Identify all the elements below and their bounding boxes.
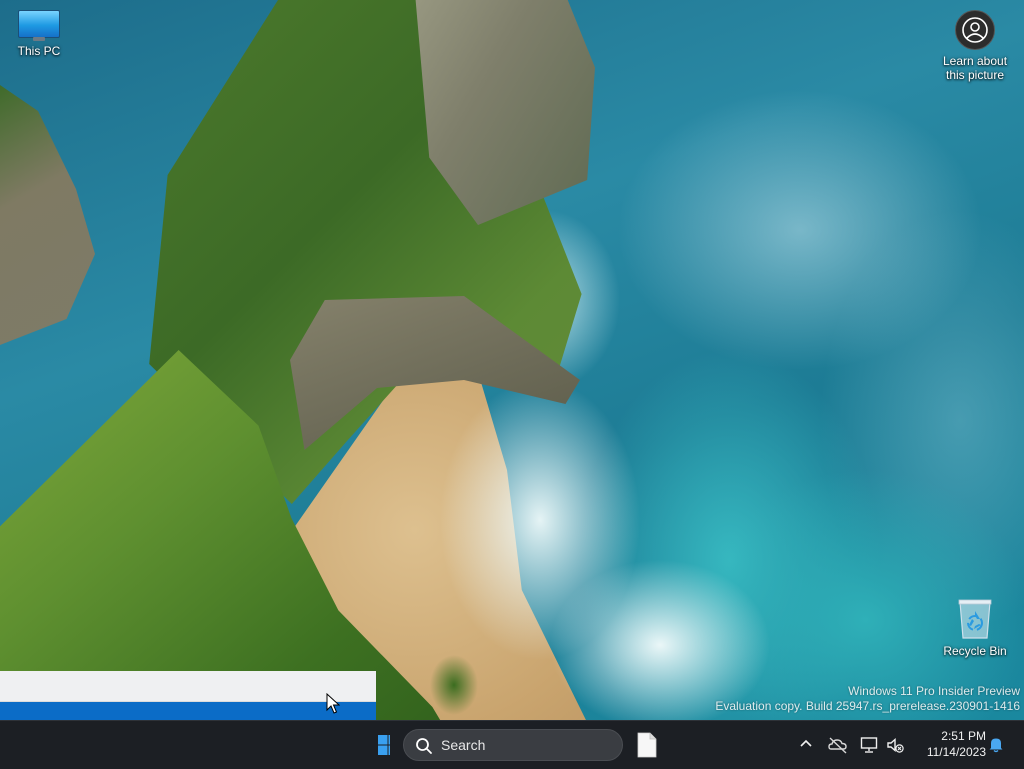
tray-overflow-button[interactable] [797,735,815,753]
search-label: Search [441,737,486,753]
volume-muted-icon [887,737,904,753]
recycle-bin-icon [957,598,993,640]
watermark-edition: Windows 11 Pro Insider Preview [848,684,1020,698]
notification-bell-icon [989,738,1003,753]
learn-about-picture-icon [955,10,995,50]
taskbar-search-box[interactable]: Search [403,729,623,761]
taskbar-app-notepad[interactable] [636,732,658,758]
chevron-up-icon [800,739,812,747]
this-pc-icon [18,10,60,41]
tray-onedrive[interactable] [827,734,849,756]
clock-time: 2:51 PM [941,729,986,743]
network-icon [860,737,878,753]
desktop-icon-learn-about-picture[interactable]: Learn about this picture [935,10,1015,82]
desktop-icon-label: Learn about this picture [942,54,1008,82]
watermark-build: Evaluation copy. Build 25947.rs_prerelea… [715,699,1020,713]
tray-volume[interactable] [886,736,904,754]
notification-center-button[interactable] [987,735,1005,753]
desktop-icon-recycle-bin[interactable]: Recycle Bin [935,598,1015,658]
start-button[interactable] [376,734,390,756]
desktop-icon-this-pc[interactable]: This PC [0,10,79,58]
window-titlebar[interactable] [0,671,376,702]
wallpaper-bush [430,655,478,715]
taskbar-clock[interactable]: 2:51 PM 11/14/2023 [912,728,986,760]
build-watermark: Windows 11 Pro Insider Preview Evaluatio… [715,684,1020,714]
desktop-icon-label: Recycle Bin [943,644,1007,658]
mouse-cursor-icon [326,693,340,714]
tray-network[interactable] [860,736,878,754]
windows-logo-icon [378,735,390,755]
desktop-icon-label: This PC [17,44,61,58]
taskbar: Search 2:51 PM 11/14/2023 [0,720,1024,769]
notepad-icon [637,732,657,758]
desktop-wallpaper [0,0,1024,768]
search-icon [415,737,433,760]
onedrive-offline-icon [828,737,847,754]
clock-date: 11/14/2023 [926,745,986,759]
wallpaper-cliff-left [0,85,95,345]
